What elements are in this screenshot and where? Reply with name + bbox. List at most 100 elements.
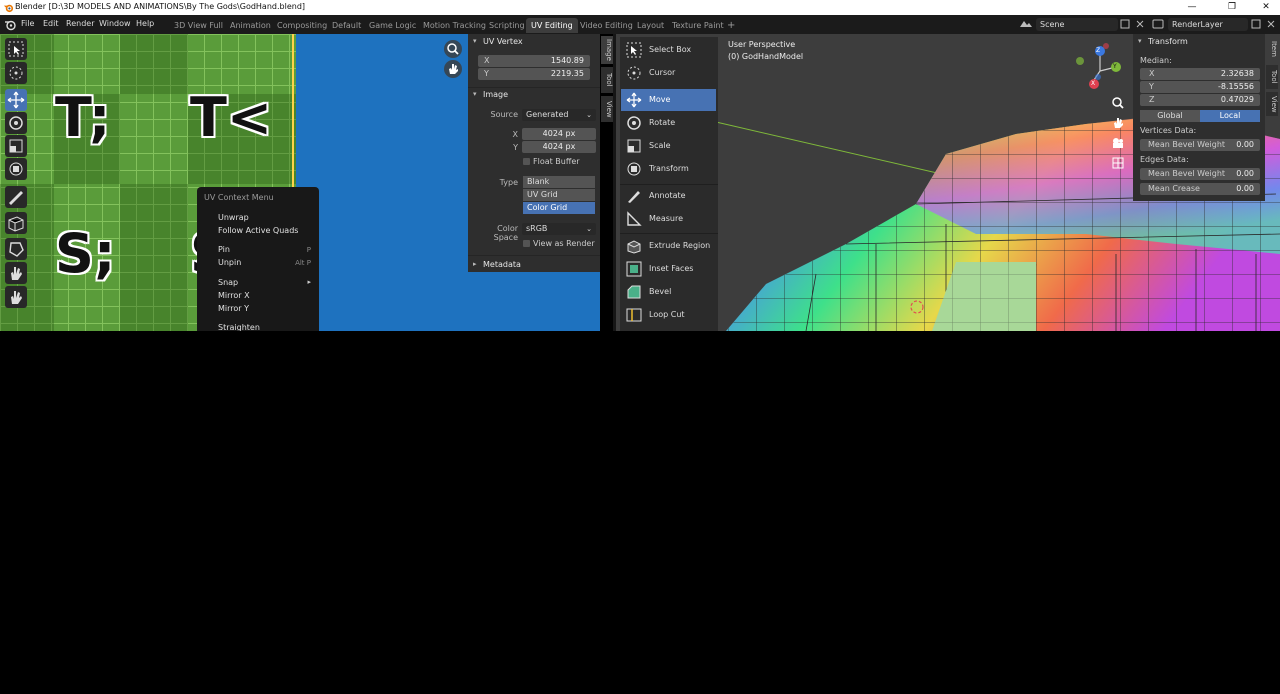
scene-icon[interactable] (1018, 18, 1034, 30)
menu-window[interactable]: Window (99, 19, 131, 28)
collapse-arrow-icon[interactable]: ▾ (473, 37, 477, 45)
type-color-grid-button[interactable]: Color Grid (523, 202, 595, 214)
collapse-arrow-icon[interactable]: ▸ (473, 260, 477, 268)
viewport-pan-button[interactable] (1110, 115, 1126, 131)
metadata-header[interactable]: Metadata (483, 260, 521, 269)
tool-select-box[interactable]: Select Box (621, 39, 716, 61)
vertex-mean-bevel-weight-field[interactable]: Mean Bevel Weight 0.00 (1140, 139, 1260, 151)
tool-measure[interactable]: Measure (621, 208, 716, 230)
edge-mean-bevel-weight-field[interactable]: Mean Bevel Weight 0.00 (1140, 168, 1260, 180)
menu-render[interactable]: Render (66, 19, 94, 28)
source-dropdown[interactable]: Generated ⌄ (522, 109, 596, 121)
tool-move[interactable] (5, 89, 27, 111)
tool-move[interactable]: Move (621, 89, 716, 111)
tab-tool[interactable]: Tool (601, 67, 613, 93)
size-y-field[interactable]: 4024 px (522, 141, 596, 153)
tool-bevel[interactable]: Bevel (621, 281, 716, 303)
minimize-button[interactable]: — (1178, 1, 1206, 14)
new-scene-icon[interactable] (1119, 18, 1131, 30)
tab-image[interactable]: Image (601, 36, 613, 64)
menu-item-snap[interactable]: Snap ▸ (197, 276, 319, 289)
menu-edit[interactable]: Edit (43, 19, 59, 28)
viewport-camera-button[interactable] (1110, 135, 1126, 151)
collapse-arrow-icon[interactable]: ▾ (1138, 37, 1142, 45)
tool-annotate[interactable] (5, 186, 27, 208)
render-layer-field[interactable]: RenderLayer (1168, 18, 1248, 31)
menu-item-unwrap[interactable]: Unwrap (197, 211, 319, 224)
median-z-field[interactable]: Z 0.47029 (1140, 94, 1260, 106)
gizmo-neg-y-icon[interactable] (1076, 57, 1084, 65)
type-blank-button[interactable]: Blank (523, 176, 595, 188)
menu-file[interactable]: File (21, 19, 34, 28)
transform-header[interactable]: Transform (1148, 37, 1188, 46)
menu-item-straighten[interactable]: Straighten (197, 321, 319, 331)
close-button[interactable]: ✕ (1252, 1, 1280, 14)
tool-scale[interactable] (5, 135, 27, 157)
tab-3d-view-full[interactable]: 3D View Full (169, 18, 228, 33)
menu-item-unpin[interactable]: Unpin Alt P (197, 256, 319, 269)
local-toggle[interactable]: Local (1200, 110, 1260, 122)
mean-crease-field[interactable]: Mean Crease 0.00 (1140, 183, 1260, 195)
new-layer-icon[interactable] (1250, 18, 1262, 30)
type-uv-grid-button[interactable]: UV Grid (523, 189, 595, 201)
tool-cursor[interactable] (5, 62, 27, 84)
gizmo-neg-z-icon[interactable] (1095, 74, 1101, 80)
tab-texture-paint[interactable]: Texture Paint (667, 18, 729, 33)
viewport-ortho-button[interactable] (1110, 155, 1126, 171)
gizmo-neg-x-icon[interactable] (1103, 43, 1109, 49)
tab-default[interactable]: Default (327, 18, 366, 33)
collapse-arrow-icon[interactable]: ▾ (473, 90, 477, 98)
tab-view[interactable]: View (601, 96, 613, 122)
view-as-render-checkbox[interactable] (523, 240, 530, 247)
pan-button[interactable] (444, 60, 462, 78)
menu-item-follow-active-quads[interactable]: Follow Active Quads (197, 224, 319, 237)
tab-video-editing[interactable]: Video Editing (575, 18, 638, 33)
delete-layer-icon[interactable] (1265, 18, 1277, 30)
uv-vertex-y-field[interactable]: Y 2219.35 (478, 68, 590, 80)
scene-field[interactable]: Scene (1036, 18, 1118, 31)
tab-uv-editing[interactable]: UV Editing (526, 18, 578, 33)
viewport-zoom-button[interactable] (1110, 95, 1126, 111)
tab-animation[interactable]: Animation (225, 18, 276, 33)
median-x-field[interactable]: X 2.32638 (1140, 68, 1260, 80)
blender-menu-icon[interactable] (4, 19, 16, 31)
menu-item-mirror-y[interactable]: Mirror Y (197, 302, 319, 315)
tool-loop-cut[interactable]: Loop Cut (621, 304, 716, 326)
size-x-field[interactable]: 4024 px (522, 128, 596, 140)
maximize-button[interactable]: ❐ (1218, 1, 1246, 14)
color-space-dropdown[interactable]: sRGB ⌄ (522, 223, 596, 235)
tool-annotate[interactable]: Annotate (621, 185, 716, 207)
delete-scene-icon[interactable] (1134, 18, 1146, 30)
tool-transform[interactable]: Transform (621, 158, 716, 180)
menu-help[interactable]: Help (136, 19, 154, 28)
menu-item-pin[interactable]: Pin P (197, 243, 319, 256)
tool-transform[interactable] (5, 158, 27, 180)
zoom-button[interactable] (444, 40, 462, 58)
tool-rotate[interactable]: Rotate (621, 112, 716, 134)
tool-pinch[interactable] (5, 286, 27, 308)
tab-view[interactable]: View (1266, 92, 1278, 116)
tool-extrude-region[interactable]: Extrude Region (621, 235, 716, 257)
tab-item[interactable]: Item (1266, 36, 1278, 62)
tab-tool[interactable]: Tool (1266, 65, 1278, 89)
tool-grab[interactable] (5, 212, 27, 234)
render-layer-icon[interactable] (1150, 18, 1166, 30)
tab-motion-tracking[interactable]: Motion Tracking (418, 18, 491, 33)
uv-vertex-header[interactable]: UV Vertex (483, 37, 523, 46)
tool-select[interactable] (5, 38, 27, 60)
median-y-field[interactable]: Y -8.15556 (1140, 81, 1260, 93)
image-header[interactable]: Image (483, 90, 508, 99)
tool-cursor[interactable]: Cursor (621, 62, 716, 84)
tool-rotate[interactable] (5, 112, 27, 134)
tab-scripting[interactable]: Scripting (484, 18, 530, 33)
tab-layout[interactable]: Layout (632, 18, 669, 33)
global-toggle[interactable]: Global (1140, 110, 1200, 122)
add-workspace-button[interactable]: + (722, 18, 740, 33)
tab-game-logic[interactable]: Game Logic (364, 18, 421, 33)
uv-vertex-x-field[interactable]: X 1540.89 (478, 55, 590, 67)
tool-rip[interactable] (5, 238, 27, 260)
tool-relax[interactable] (5, 262, 27, 284)
menu-item-mirror-x[interactable]: Mirror X (197, 289, 319, 302)
float-buffer-checkbox[interactable] (523, 158, 530, 165)
tool-scale[interactable]: Scale (621, 135, 716, 157)
